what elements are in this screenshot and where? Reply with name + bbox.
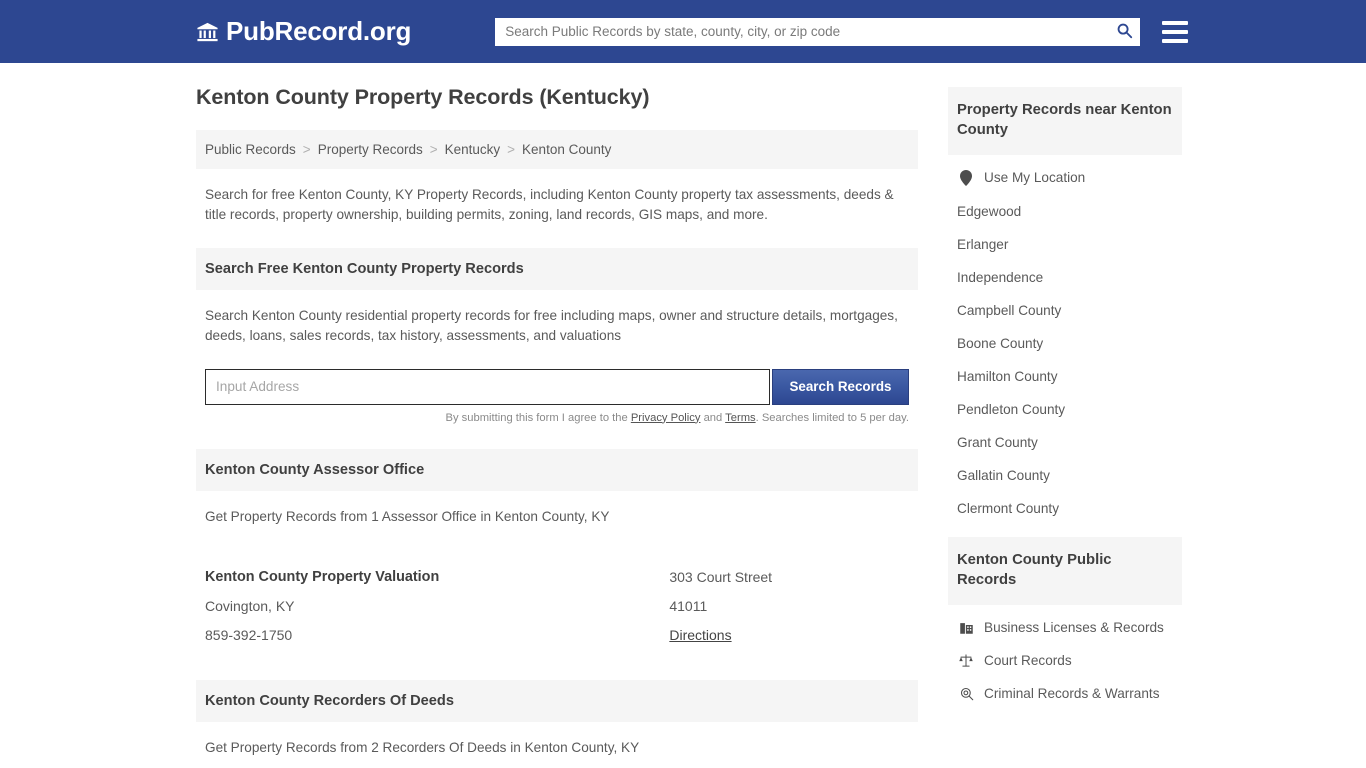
sidebar-item-use-my-location[interactable]: Use My Location xyxy=(948,161,1182,195)
sidebar-item-edgewood[interactable]: Edgewood xyxy=(948,195,1182,228)
site-logo-text: PubRecord.org xyxy=(226,16,412,46)
sidebar-item-label: Pendleton County xyxy=(957,401,1066,417)
fingerprint-icon xyxy=(957,686,975,701)
office-street: 303 Court Street xyxy=(669,568,773,585)
assessor-section-body: Get Property Records from 1 Assessor Off… xyxy=(196,491,918,527)
disclaimer-prefix: By submitting this form I agree to the xyxy=(445,411,631,424)
briefcase-icon xyxy=(957,620,975,635)
public-records-list: Business Licenses & Records Court Record… xyxy=(948,605,1182,710)
privacy-policy-link[interactable]: Privacy Policy xyxy=(631,412,701,424)
sidebar-item-label: Criminal Records & Warrants xyxy=(984,685,1160,701)
search-section-body: Search Kenton County residential propert… xyxy=(196,290,918,424)
hamburger-menu-icon[interactable] xyxy=(1162,20,1189,43)
form-disclaimer: By submitting this form I agree to the P… xyxy=(205,412,909,424)
page-intro-text: Search for free Kenton County, KY Proper… xyxy=(205,187,894,223)
sidebar-item-label: Hamilton County xyxy=(957,368,1058,384)
sidebar-item-independence[interactable]: Independence xyxy=(948,261,1182,294)
breadcrumb: Public Records > Property Records > Kent… xyxy=(196,130,918,169)
scales-icon xyxy=(957,653,975,668)
sidebar-item-criminal-records[interactable]: Criminal Records & Warrants xyxy=(948,677,1182,710)
global-search-button[interactable] xyxy=(1112,21,1136,43)
sidebar-item-erlanger[interactable]: Erlanger xyxy=(948,228,1182,261)
site-header: PubRecord.org xyxy=(0,0,1366,63)
sidebar-item-court-records[interactable]: Court Records xyxy=(948,644,1182,677)
nearby-records-list: Use My Location Edgewood Erlanger Indepe… xyxy=(948,155,1182,525)
page-body: Kenton County Property Records (Kentucky… xyxy=(0,63,1366,768)
directions-link[interactable]: Directions xyxy=(669,627,731,643)
sidebar-item-grant-county[interactable]: Grant County xyxy=(948,426,1182,459)
recorders-section-heading: Kenton County Recorders Of Deeds xyxy=(196,679,918,722)
sidebar-item-label: Court Records xyxy=(984,652,1072,668)
site-logo[interactable]: PubRecord.org xyxy=(196,16,411,47)
sidebar-item-business-licenses[interactable]: Business Licenses & Records xyxy=(948,611,1182,644)
nearby-records-card: Property Records near Kenton County Use … xyxy=(948,87,1182,525)
nearby-records-heading: Property Records near Kenton County xyxy=(948,87,1182,155)
assessor-section-heading: Kenton County Assessor Office xyxy=(196,448,918,491)
breadcrumb-item-kenton-county[interactable]: Kenton County xyxy=(522,142,611,157)
sidebar-item-label: Boone County xyxy=(957,335,1044,351)
office-left-column: Kenton County Property Valuation Covingt… xyxy=(205,569,669,656)
sidebar-item-pendleton-county[interactable]: Pendleton County xyxy=(948,393,1182,426)
sidebar: Property Records near Kenton County Use … xyxy=(948,63,1182,768)
address-search-input[interactable] xyxy=(205,368,770,405)
sidebar-item-campbell-county[interactable]: Campbell County xyxy=(948,294,1182,327)
sidebar-item-label: Use My Location xyxy=(984,170,1086,186)
header-search-container xyxy=(495,17,1141,46)
sidebar-item-clermont-county[interactable]: Clermont County xyxy=(948,492,1182,525)
map-pin-icon xyxy=(957,169,975,186)
breadcrumb-separator: > xyxy=(429,142,438,157)
sidebar-item-label: Business Licenses & Records xyxy=(984,619,1164,635)
sidebar-item-label: Independence xyxy=(957,269,1044,285)
bank-icon xyxy=(196,21,219,43)
breadcrumb-item-kentucky[interactable]: Kentucky xyxy=(445,142,501,157)
breadcrumb-separator: > xyxy=(507,142,516,157)
sidebar-item-boone-county[interactable]: Boone County xyxy=(948,327,1182,360)
sidebar-item-label: Campbell County xyxy=(957,302,1062,318)
sidebar-item-label: Erlanger xyxy=(957,236,1009,252)
search-icon xyxy=(1116,22,1133,42)
sidebar-item-label: Clermont County xyxy=(957,500,1059,516)
disclaimer-mid: and xyxy=(700,411,726,424)
main-content: Kenton County Property Records (Kentucky… xyxy=(196,63,918,768)
page-title: Kenton County Property Records (Kentucky… xyxy=(196,85,650,109)
assessor-section-description: Get Property Records from 1 Assessor Off… xyxy=(205,508,610,524)
address-search-form: Search Records xyxy=(205,368,909,405)
breadcrumb-separator: > xyxy=(302,142,311,157)
office-name: Kenton County Property Valuation xyxy=(205,568,440,585)
sidebar-item-label: Grant County xyxy=(957,434,1038,450)
sidebar-item-label: Gallatin County xyxy=(957,467,1050,483)
disclaimer-suffix: . Searches limited to 5 per day. xyxy=(755,411,909,424)
search-records-button[interactable]: Search Records xyxy=(771,368,909,405)
sidebar-item-hamilton-county[interactable]: Hamilton County xyxy=(948,360,1182,393)
sidebar-item-label: Edgewood xyxy=(957,203,1022,219)
search-section-description: Search Kenton County residential propert… xyxy=(205,307,898,344)
office-zip: 41011 xyxy=(669,597,708,614)
breadcrumb-item-public-records[interactable]: Public Records xyxy=(205,142,296,157)
breadcrumb-item-property-records[interactable]: Property Records xyxy=(318,142,423,157)
office-entry: Kenton County Property Valuation Covingt… xyxy=(196,549,918,656)
office-right-column: 303 Court Street 41011 Directions xyxy=(669,569,909,656)
terms-link[interactable]: Terms xyxy=(725,412,755,424)
global-search-input[interactable] xyxy=(495,17,1141,46)
sidebar-item-gallatin-county[interactable]: Gallatin County xyxy=(948,459,1182,492)
office-phone: 859-392-1750 xyxy=(205,626,293,643)
recorders-section-description: Get Property Records from 2 Recorders Of… xyxy=(205,739,640,755)
recorders-section-body: Get Property Records from 2 Recorders Of… xyxy=(196,722,918,758)
office-city: Covington, KY xyxy=(205,597,295,614)
public-records-card: Kenton County Public Records Business Li… xyxy=(948,536,1182,710)
search-section-heading: Search Free Kenton County Property Recor… xyxy=(196,247,918,290)
public-records-heading: Kenton County Public Records xyxy=(948,536,1182,605)
